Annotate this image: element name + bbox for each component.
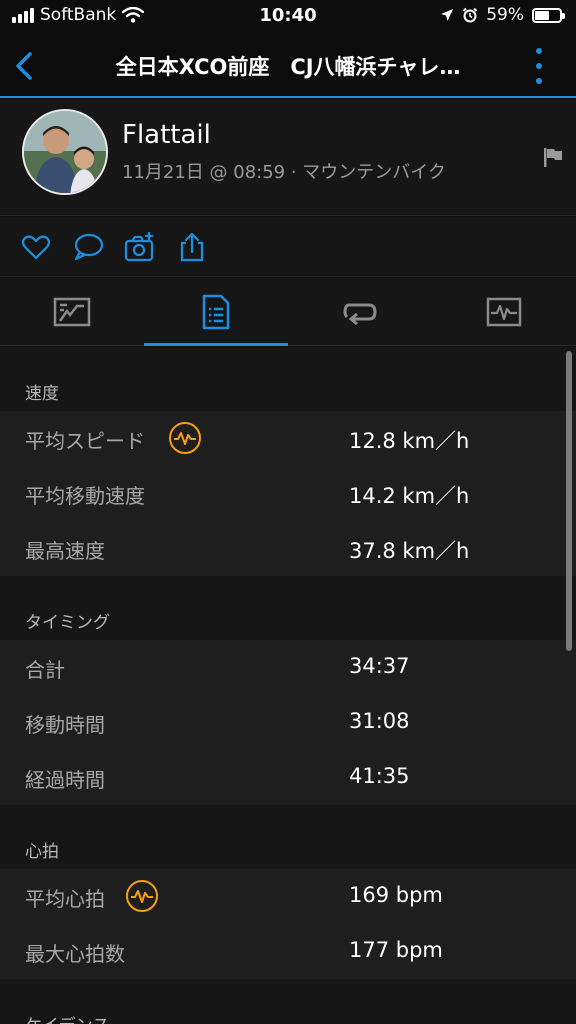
tab-map[interactable] — [0, 278, 144, 346]
page-title: 全日本XCO前座 CJ八幡浜チャレ… — [115, 55, 461, 79]
back-button[interactable] — [8, 46, 40, 86]
stats-document-icon — [202, 294, 230, 330]
stat-value: 169 bpm — [349, 883, 443, 907]
stat-value: 31:08 — [349, 709, 410, 733]
status-right: 59% — [440, 5, 565, 25]
stat-label: 合計 — [25, 658, 65, 682]
share-icon[interactable] — [176, 231, 208, 263]
activity-meta: 11月21日 @ 08:59 · マウンテンバイク — [122, 162, 446, 183]
tab-graphs[interactable] — [432, 278, 576, 346]
laps-loop-icon — [343, 303, 377, 325]
more-dot — [536, 78, 542, 84]
tab-bar — [0, 278, 576, 346]
stat-label: 経過時間 — [25, 768, 105, 792]
tab-laps[interactable] — [288, 278, 432, 346]
stat-label: 平均移動速度 — [25, 484, 145, 508]
section-title-timing: タイミング — [0, 576, 576, 640]
stat-row-moving-time: 移動時間 31:08 — [0, 695, 576, 750]
stat-row-avg-moving-speed: 平均移動速度 14.2 km／h — [0, 466, 576, 521]
alarm-clock-icon — [462, 7, 478, 23]
tab-stats[interactable] — [144, 278, 288, 346]
scrollbar[interactable] — [566, 351, 572, 651]
more-options-button[interactable] — [534, 48, 544, 84]
stat-row-total-time: 合計 34:37 — [0, 640, 576, 695]
comment-bubble-icon[interactable] — [72, 231, 104, 263]
stat-label: 最高速度 — [25, 539, 105, 563]
chevron-left-icon — [16, 52, 32, 80]
stat-label: 最大心拍数 — [25, 942, 125, 966]
stat-label: 平均スピード — [25, 429, 145, 453]
stat-value: 177 bpm — [349, 938, 443, 962]
section-title-heart-rate: 心拍 — [0, 805, 576, 869]
stat-row-avg-speed: 平均スピード 12.8 km／h — [0, 411, 576, 466]
battery-icon — [532, 7, 565, 23]
flag-icon[interactable] — [542, 146, 564, 168]
avatar[interactable] — [22, 109, 108, 195]
stat-row-max-speed: 最高速度 37.8 km／h — [0, 521, 576, 576]
add-photo-camera-icon[interactable] — [124, 231, 156, 263]
action-bar — [0, 217, 576, 277]
performance-badge-icon[interactable] — [126, 880, 158, 912]
battery-fill — [535, 10, 550, 20]
performance-badge-icon[interactable] — [169, 422, 201, 454]
stat-value: 34:37 — [349, 654, 410, 678]
stat-row-avg-heart-rate: 平均心拍 169 bpm — [0, 869, 576, 924]
map-chart-icon — [53, 297, 91, 327]
stats-list[interactable]: 速度 平均スピード 12.8 km／h 平均移動速度 14.2 km／h 最高速… — [0, 347, 576, 1024]
graph-monitor-icon — [486, 297, 522, 327]
location-arrow-icon — [441, 9, 454, 21]
section-title-cadence: ケイデンス — [0, 979, 576, 1024]
like-heart-icon[interactable] — [20, 231, 52, 263]
stat-value: 37.8 km／h — [349, 539, 470, 563]
avatar-photo — [24, 111, 106, 193]
stat-value: 14.2 km／h — [349, 484, 470, 508]
section-title-speed: 速度 — [0, 347, 576, 411]
more-dot — [536, 48, 542, 54]
stat-row-elapsed-time: 経過時間 41:35 — [0, 750, 576, 805]
stat-label: 移動時間 — [25, 713, 105, 737]
nav-bar: 全日本XCO前座 CJ八幡浜チャレ… — [0, 34, 576, 98]
stat-value: 12.8 km／h — [349, 429, 470, 453]
stat-row-max-heart-rate: 最大心拍数 177 bpm — [0, 924, 576, 979]
user-name[interactable]: Flattail — [122, 120, 211, 150]
battery-percent: 59% — [486, 5, 524, 25]
stat-label: 平均心拍 — [25, 887, 105, 911]
more-dot — [536, 63, 542, 69]
activity-header: Flattail 11月21日 @ 08:59 · マウンテンバイク — [0, 100, 576, 216]
stat-value: 41:35 — [349, 764, 410, 788]
status-bar: SoftBank 10:40 59% — [0, 0, 576, 34]
